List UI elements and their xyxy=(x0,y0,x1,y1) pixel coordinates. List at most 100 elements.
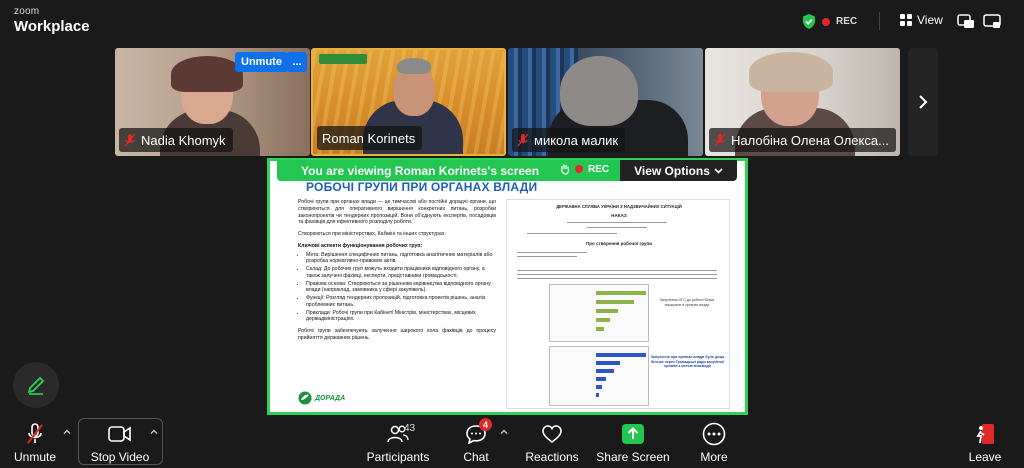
doc-text-line xyxy=(567,222,667,223)
slide-title: РОБОЧІ ГРУПИ ПРИ ОРГАНАХ ВЛАДИ xyxy=(306,180,538,194)
rec-dot-icon xyxy=(575,165,583,173)
view-button[interactable]: View xyxy=(900,13,943,27)
list-item: Мета: Вирішення специфічних питань, підг… xyxy=(306,252,496,266)
doc-text-line xyxy=(517,256,577,257)
participant-tile-2[interactable]: Roman Korinets xyxy=(311,48,506,156)
document-image: ДЕРЖАВНА СЛУЖБА УКРАЇНИ З НАДЗВИЧАЙНИХ С… xyxy=(506,199,730,409)
more-icon xyxy=(702,422,726,446)
participant-name: Налобіна Олена Олекса... xyxy=(731,132,889,148)
grid-view-icon xyxy=(900,14,912,26)
view-options-label: View Options xyxy=(634,163,710,178)
share-screen-label: Share Screen xyxy=(596,450,670,464)
participants-button[interactable]: 43 Participants xyxy=(366,417,430,468)
slide-logo-text: ДОРАДА xyxy=(315,394,346,402)
list-item: Приклади: Робочі групи при Кабінеті Міні… xyxy=(306,310,496,324)
chart-bar xyxy=(596,291,646,295)
share-screen-icon xyxy=(622,424,644,444)
zoom-meeting-window: zoom Workplace REC View Nadia Khomyk Unm… xyxy=(0,0,1024,468)
chart-bar xyxy=(596,300,634,304)
stop-video-button[interactable]: Stop Video xyxy=(86,417,154,468)
participant-more-button[interactable]: ... xyxy=(287,52,307,72)
doc-chart-bottom xyxy=(549,346,649,406)
doc-text-line xyxy=(517,270,717,271)
participant-nametag: Налобіна Олена Олекса... xyxy=(709,128,896,152)
leave-button[interactable]: Leave xyxy=(964,417,1006,468)
view-options-button[interactable]: View Options xyxy=(620,160,737,181)
fullscreen-icon[interactable] xyxy=(983,13,1001,29)
participant-tile-3[interactable]: микола малик xyxy=(508,48,703,156)
heart-icon xyxy=(542,425,562,444)
chevron-up-icon[interactable] xyxy=(150,428,158,436)
participant-tile-4[interactable]: Налобіна Олена Олекса... xyxy=(705,48,900,156)
slide-aspects-list: Мета: Вирішення специфічних питань, підг… xyxy=(298,252,496,324)
participant-nametag: Roman Korinets xyxy=(317,126,423,150)
doc-text-line xyxy=(587,227,647,228)
participants-count: 43 xyxy=(404,423,416,434)
dorada-leaf-icon xyxy=(298,391,312,405)
unmute-participant-button[interactable]: Unmute xyxy=(235,52,288,72)
doc-note-blue: Залучення при органах влади було дещо бі… xyxy=(650,355,725,369)
doc-header: ДЕРЖАВНА СЛУЖБА УКРАЇНИ З НАДЗВИЧАЙНИХ С… xyxy=(556,204,682,209)
chevron-down-icon xyxy=(714,167,723,174)
doc-order: НАКАЗ xyxy=(611,213,627,218)
video-camera-icon xyxy=(108,426,131,442)
pencil-icon xyxy=(27,376,45,395)
participant-name: Roman Korinets xyxy=(322,130,416,146)
recording-indicator[interactable]: REC xyxy=(802,14,857,29)
picture-in-picture-icon[interactable] xyxy=(957,13,975,29)
view-label: View xyxy=(917,13,943,27)
doc-chart-top xyxy=(549,284,649,342)
chart-bar xyxy=(596,327,604,331)
reactions-label: Reactions xyxy=(525,450,579,464)
participants-label: Participants xyxy=(366,450,430,464)
chat-badge: 4 xyxy=(479,418,492,431)
slide-closing: Робочі групи забезпечують залучення широ… xyxy=(298,328,496,341)
rec-label: REC xyxy=(836,16,858,27)
share-rec-label: REC xyxy=(588,163,610,175)
chevron-up-icon[interactable] xyxy=(500,428,508,436)
muted-mic-icon xyxy=(124,133,136,147)
chevron-up-icon[interactable] xyxy=(63,428,71,436)
doc-subject: Про створення робочої групи xyxy=(585,241,653,246)
viewing-text: You are viewing Roman Korinets's screen xyxy=(301,163,540,178)
more-button[interactable]: More xyxy=(696,417,732,468)
participant-nametag: Nadia Khomyk xyxy=(119,128,233,152)
chart-bar xyxy=(596,393,599,397)
leave-door-icon xyxy=(976,424,994,444)
chart-bar xyxy=(596,385,602,389)
more-label: More xyxy=(700,450,728,464)
unmute-label: Unmute xyxy=(13,450,57,464)
participant-nametag: микола малик xyxy=(512,128,626,152)
chart-bar xyxy=(596,353,646,357)
chat-label: Chat xyxy=(463,450,489,464)
doc-text-line xyxy=(517,252,587,253)
share-screen-button[interactable]: Share Screen xyxy=(596,417,670,468)
slide-left-column: Робочі групи при органах влади — це тимч… xyxy=(298,199,496,347)
slide-logo: ДОРАДА xyxy=(298,391,345,405)
participant-name: Nadia Khomyk xyxy=(141,132,226,148)
reactions-button[interactable]: Reactions xyxy=(524,417,580,468)
zoom-workplace-logo: zoom Workplace xyxy=(14,7,90,35)
shield-check-icon xyxy=(803,14,815,29)
annotate-button[interactable] xyxy=(13,362,59,408)
stop-video-label: Stop Video xyxy=(90,450,150,464)
chart-bar xyxy=(596,377,606,381)
list-item: Склад: До робочих груп можуть входити пр… xyxy=(306,266,496,280)
muted-mic-icon xyxy=(714,133,726,147)
muted-mic-icon xyxy=(27,423,43,444)
next-gallery-page-button[interactable] xyxy=(908,48,938,156)
slide-intro: Робочі групи при органах влади — це тимч… xyxy=(298,199,496,226)
chart-bar xyxy=(596,318,610,322)
shared-slide: РОБОЧІ ГРУПИ ПРИ ОРГАНАХ ВЛАДИ Робочі гр… xyxy=(270,161,745,412)
chat-button[interactable]: 4 Chat xyxy=(456,417,496,468)
chart-bar xyxy=(596,309,618,313)
hand-icon xyxy=(561,164,570,175)
list-item: Функції: Розгляд тендерних пропозицій, п… xyxy=(306,295,496,309)
doc-text-line xyxy=(527,233,617,234)
rec-dot-icon xyxy=(822,17,830,26)
share-recording-indicator: REC xyxy=(560,163,609,175)
chevron-right-icon xyxy=(919,95,928,109)
chart-bar xyxy=(596,361,620,365)
unmute-button[interactable]: Unmute xyxy=(10,417,60,468)
slide-created: Створюються при міністерствах, Кабміні т… xyxy=(298,231,446,237)
